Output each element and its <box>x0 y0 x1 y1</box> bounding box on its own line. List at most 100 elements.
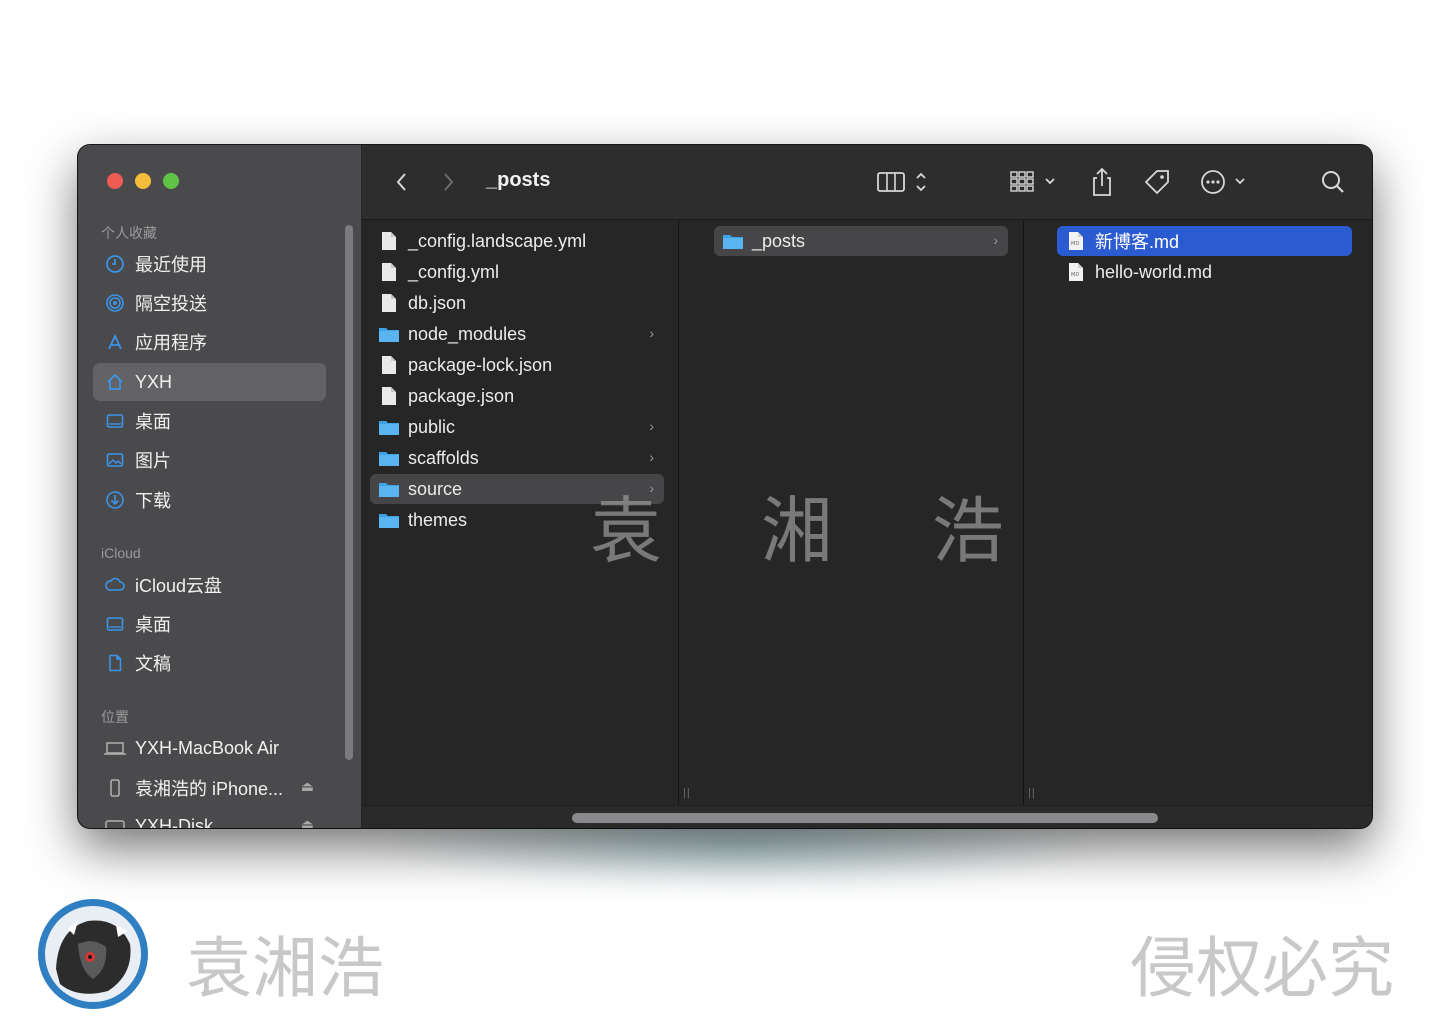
eject-icon[interactable]: ⏏ <box>301 778 314 795</box>
sidebar-item-documents[interactable]: 文稿 <box>93 644 326 682</box>
sidebar-item-disk[interactable]: YXH-Disk ⏏ <box>93 807 326 828</box>
sidebar-item-label: 隔空投送 <box>135 294 207 314</box>
folder-icon <box>379 417 399 437</box>
sidebar-item-label: 桌面 <box>135 615 171 635</box>
sidebar-section-icloud: iCloud <box>101 545 141 561</box>
horizontal-scrollbar[interactable] <box>362 805 1372 828</box>
back-button[interactable] <box>392 165 412 199</box>
folder-name: scaffolds <box>408 447 479 468</box>
sidebar-item-recents[interactable]: 最近使用 <box>93 245 326 283</box>
folder-icon <box>379 448 399 468</box>
sidebar-item-label: YXH-MacBook Air <box>135 737 280 758</box>
file-name: package.json <box>408 385 515 406</box>
column-resize-handle[interactable]: || <box>683 787 691 799</box>
forward-button[interactable] <box>438 165 458 199</box>
folder-name: source <box>408 478 463 499</box>
svg-text:MD: MD <box>1071 241 1079 247</box>
view-mode-button[interactable] <box>875 165 937 199</box>
chevron-left-icon <box>396 173 406 191</box>
home-icon <box>103 370 127 394</box>
folder-icon <box>379 510 399 530</box>
chevron-right-icon: › <box>993 232 998 248</box>
sidebar-item-pictures[interactable]: 图片 <box>93 441 326 479</box>
list-item[interactable]: scaffolds › <box>370 443 664 473</box>
markdown-file-icon: MD <box>1066 262 1086 282</box>
list-item[interactable]: _config.landscape.yml <box>370 226 664 256</box>
close-window-button[interactable] <box>107 173 123 189</box>
tag-icon <box>1144 170 1169 195</box>
sidebar: 个人收藏 最近使用 隔空投送 应用程序 YXH 桌面 图片 下载 iCloud … <box>78 145 361 828</box>
sidebar-item-airdrop[interactable]: 隔空投送 <box>93 284 326 322</box>
sidebar-item-label: YXH <box>135 371 173 392</box>
sidebar-section-locations: 位置 <box>101 709 129 725</box>
list-item[interactable]: db.json <box>370 288 664 318</box>
watermark-copyright-notice: 侵权必究 <box>1130 930 1394 1007</box>
list-item[interactable]: MD hello-world.md <box>1057 257 1352 287</box>
share-icon <box>1093 167 1111 196</box>
svg-text:MD: MD <box>1071 272 1079 278</box>
file-name: package-lock.json <box>408 354 553 375</box>
ellipsis-circle-icon <box>1201 170 1245 194</box>
pictures-icon <box>103 448 127 472</box>
file-name: _config.landscape.yml <box>408 230 587 251</box>
zoom-window-button[interactable] <box>163 173 179 189</box>
eject-icon[interactable]: ⏏ <box>301 816 314 828</box>
sidebar-item-downloads[interactable]: 下载 <box>93 481 326 519</box>
sidebar-item-label: 袁湘浩的 iPhone... <box>135 779 284 799</box>
file-name: 新博客.md <box>1095 232 1180 252</box>
sidebar-item-applications[interactable]: 应用程序 <box>93 323 326 361</box>
desktop-icon <box>103 612 127 636</box>
group-button[interactable] <box>1008 165 1064 199</box>
sidebar-item-icloud-desktop[interactable]: 桌面 <box>93 605 326 643</box>
more-actions-button[interactable] <box>1198 165 1250 199</box>
list-item[interactable]: public › <box>370 412 664 442</box>
folder-icon <box>379 479 399 499</box>
download-icon <box>103 488 127 512</box>
sidebar-item-label: 应用程序 <box>135 333 207 353</box>
sidebar-item-label: YXH-Disk <box>135 815 214 829</box>
file-icon <box>379 386 399 406</box>
sidebar-item-icloud-drive[interactable]: iCloud云盘 <box>93 566 326 604</box>
minimize-window-button[interactable] <box>135 173 151 189</box>
sidebar-item-iphone[interactable]: 袁湘浩的 iPhone... ⏏ <box>93 769 326 807</box>
sidebar-item-desktop[interactable]: 桌面 <box>93 402 326 440</box>
folder-icon <box>723 231 743 251</box>
search-icon <box>1322 171 1344 193</box>
file-icon <box>379 262 399 282</box>
folder-name: public <box>408 416 456 437</box>
list-item[interactable]: _posts › <box>714 226 1008 256</box>
list-item[interactable]: node_modules › <box>370 319 664 349</box>
folder-name: themes <box>408 509 468 530</box>
chevron-right-icon: › <box>649 418 654 434</box>
sidebar-item-label: 下载 <box>135 491 171 511</box>
watermark-center: 袁 湘 浩 <box>590 489 1042 573</box>
sidebar-item-label: 最近使用 <box>135 255 207 275</box>
sidebar-scrollbar[interactable] <box>345 225 353 760</box>
airdrop-icon <box>103 291 127 315</box>
share-button[interactable] <box>1088 165 1116 199</box>
list-item[interactable]: package-lock.json <box>370 350 664 380</box>
chevron-right-icon: › <box>649 449 654 465</box>
file-name: _config.yml <box>408 261 500 282</box>
file-icon <box>379 293 399 313</box>
sidebar-item-label: iCloud云盘 <box>135 576 223 596</box>
cloud-icon <box>103 573 127 597</box>
list-item[interactable]: MD 新博客.md <box>1057 226 1352 256</box>
author-avatar <box>38 899 148 1009</box>
file-icon <box>379 355 399 375</box>
file-icon <box>379 231 399 251</box>
sidebar-item-label: 图片 <box>135 451 171 471</box>
list-item[interactable]: _config.yml <box>370 257 664 287</box>
clock-icon <box>103 252 127 276</box>
sidebar-item-home[interactable]: YXH <box>93 363 326 401</box>
tags-button[interactable] <box>1142 165 1172 199</box>
search-button[interactable] <box>1320 165 1346 199</box>
toolbar: _posts <box>362 145 1372 220</box>
chevron-right-icon <box>444 173 454 191</box>
list-item[interactable]: package.json <box>370 381 664 411</box>
sidebar-item-macbook[interactable]: YXH-MacBook Air <box>93 729 326 767</box>
file-name: hello-world.md <box>1095 261 1213 282</box>
column-resize-handle[interactable]: || <box>1028 787 1036 799</box>
horizontal-scroll-thumb[interactable] <box>572 813 1158 823</box>
sidebar-item-label: 桌面 <box>135 412 171 432</box>
